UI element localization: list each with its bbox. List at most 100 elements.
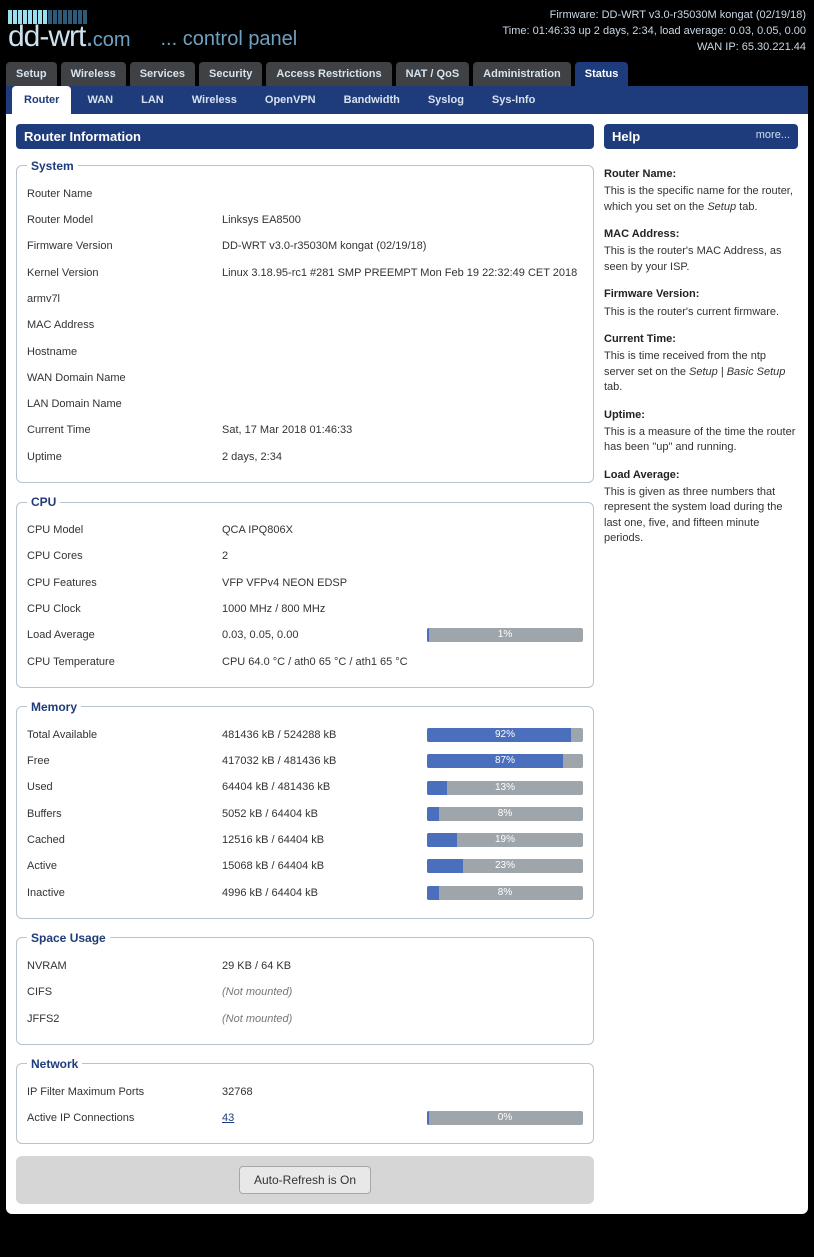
help-heading-4: Uptime: [604,408,798,423]
system-value-fwVersion: DD-WRT v3.0-r35030M kongat (02/19/18) [222,239,583,253]
tab-wireless[interactable]: Wireless [61,62,126,86]
memory-row-total: Total Available481436 kB / 524288 kB92% [27,722,583,748]
header-status: Firmware: DD-WRT v3.0-r35030M kongat (02… [502,8,806,56]
secondary-tabs: RouterWANLANWirelessOpenVPNBandwidthSysl… [6,86,808,114]
memory-row-cached: Cached12516 kB / 64404 kB19% [27,827,583,853]
memory-bar-active: 23% [427,859,583,873]
network-label-ipfilter: IP Filter Maximum Ports [27,1085,222,1099]
memory-label-free: Free [27,754,222,768]
memory-value-buffers: 5052 kB / 64404 kB [222,807,427,821]
network-link-activeip[interactable]: 43 [222,1112,234,1124]
space-label-nvram: NVRAM [27,959,222,973]
system-value-curTime: Sat, 17 Mar 2018 01:46:33 [222,423,583,437]
tab-access-restrictions[interactable]: Access Restrictions [266,62,391,86]
help-title-bar: Help more... [604,124,798,149]
tab-setup[interactable]: Setup [6,62,57,86]
tab-status[interactable]: Status [575,62,629,86]
cpu-row-load: Load Average0.03, 0.05, 0.001% [27,622,583,648]
space-label-jffs2: JFFS2 [27,1012,222,1026]
system-row-lanDomain: LAN Domain Name [27,391,583,417]
subtab-sys-info[interactable]: Sys-Info [480,86,547,114]
help-column: Help more... Router Name:This is the spe… [604,124,798,1205]
space-value-cifs: (Not mounted) [222,985,427,999]
memory-label-active: Active [27,859,222,873]
memory-value-active: 15068 kB / 64404 kB [222,859,427,873]
help-text-1: This is the router's MAC Address, as see… [604,244,798,275]
subtab-lan[interactable]: LAN [129,86,176,114]
network-value-activeip[interactable]: 43 [222,1111,427,1125]
footer-bar: Auto-Refresh is On [16,1156,594,1204]
system-row-hostname: Hostname [27,339,583,365]
space-row-jffs2: JFFS2(Not mounted) [27,1006,583,1032]
space-fieldset: Space Usage NVRAM29 KB / 64 KBCIFS(Not m… [16,931,594,1045]
system-legend: System [27,159,78,173]
cpu-row-model: CPU ModelQCA IPQ806X [27,517,583,543]
page-title: Router Information [16,124,594,149]
cpu-label-features: CPU Features [27,576,222,590]
system-row-routerModel: Router ModelLinksys EA8500 [27,207,583,233]
memory-bar-free: 87% [427,754,583,768]
cpu-value-temp: CPU 64.0 °C / ath0 65 °C / ath1 65 °C [222,655,427,669]
cpu-fieldset: CPU CPU ModelQCA IPQ806XCPU Cores2CPU Fe… [16,495,594,688]
network-fieldset: Network IP Filter Maximum Ports32768Acti… [16,1057,594,1145]
auto-refresh-button[interactable]: Auto-Refresh is On [239,1166,371,1194]
system-row-curTime: Current TimeSat, 17 Mar 2018 01:46:33 [27,417,583,443]
subtitle: ... control panel [161,28,298,51]
memory-value-total: 481436 kB / 524288 kB [222,728,427,742]
memory-bar-total: 92% [427,728,583,742]
tab-nat-qos[interactable]: NAT / QoS [396,62,470,86]
system-row-mac: MAC Address [27,312,583,338]
logo-dd: dd [8,20,39,53]
system-label-uptime: Uptime [27,450,222,464]
help-title: Help [612,129,640,144]
system-label-routerModel: Router Model [27,213,222,227]
help-heading-0: Router Name: [604,167,798,182]
cpu-value-features: VFP VFPv4 NEON EDSP [222,576,427,590]
memory-label-buffers: Buffers [27,807,222,821]
help-heading-2: Firmware Version: [604,287,798,302]
system-label-wanDomain: WAN Domain Name [27,371,222,385]
help-heading-1: MAC Address: [604,227,798,242]
tab-administration[interactable]: Administration [473,62,571,86]
cpu-legend: CPU [27,495,60,509]
cpu-label-cores: CPU Cores [27,549,222,563]
subtab-wan[interactable]: WAN [75,86,125,114]
memory-label-total: Total Available [27,728,222,742]
tab-services[interactable]: Services [130,62,195,86]
panel: Router Information System Router NameRou… [6,114,808,1215]
subtab-wireless[interactable]: Wireless [180,86,249,114]
subtab-bandwidth[interactable]: Bandwidth [332,86,412,114]
wanip-line: WAN IP: 65.30.221.44 [502,40,806,56]
subtab-openvpn[interactable]: OpenVPN [253,86,328,114]
cpu-bar-load: 1% [427,628,583,642]
memory-value-used: 64404 kB / 481436 kB [222,780,427,794]
system-row-kernel-arch: armv7l [27,286,583,312]
subtab-syslog[interactable]: Syslog [416,86,476,114]
subtab-router[interactable]: Router [12,86,71,114]
memory-row-used: Used64404 kB / 481436 kB13% [27,774,583,800]
main-column: Router Information System Router NameRou… [16,124,594,1205]
memory-value-cached: 12516 kB / 64404 kB [222,833,427,847]
memory-label-inactive: Inactive [27,886,222,900]
logo-com: com [93,29,131,51]
cpu-value-clock: 1000 MHz / 800 MHz [222,602,427,616]
memory-row-active: Active15068 kB / 64404 kB23% [27,853,583,879]
help-text-4: This is a measure of the time the router… [604,425,798,456]
space-value-jffs2: (Not mounted) [222,1012,427,1026]
memory-row-free: Free417032 kB / 481436 kB87% [27,748,583,774]
system-fieldset: System Router NameRouter ModelLinksys EA… [16,159,594,483]
brand: dd-wrt.com ... control panel [8,10,297,54]
cpu-value-load: 0.03, 0.05, 0.00 [222,628,427,642]
help-body: Router Name:This is the specific name fo… [604,149,798,547]
space-label-cifs: CIFS [27,985,222,999]
help-text-3: This is time received from the ntp serve… [604,349,798,395]
logo-text: dd-wrt.com [8,20,131,53]
system-label-hostname: Hostname [27,345,222,359]
network-value-ipfilter: 32768 [222,1085,427,1099]
memory-bar-buffers: 8% [427,807,583,821]
tab-security[interactable]: Security [199,62,262,86]
space-value-nvram: 29 KB / 64 KB [222,959,427,973]
help-more-link[interactable]: more... [756,129,790,141]
system-row-routerName: Router Name [27,181,583,207]
space-row-nvram: NVRAM29 KB / 64 KB [27,953,583,979]
